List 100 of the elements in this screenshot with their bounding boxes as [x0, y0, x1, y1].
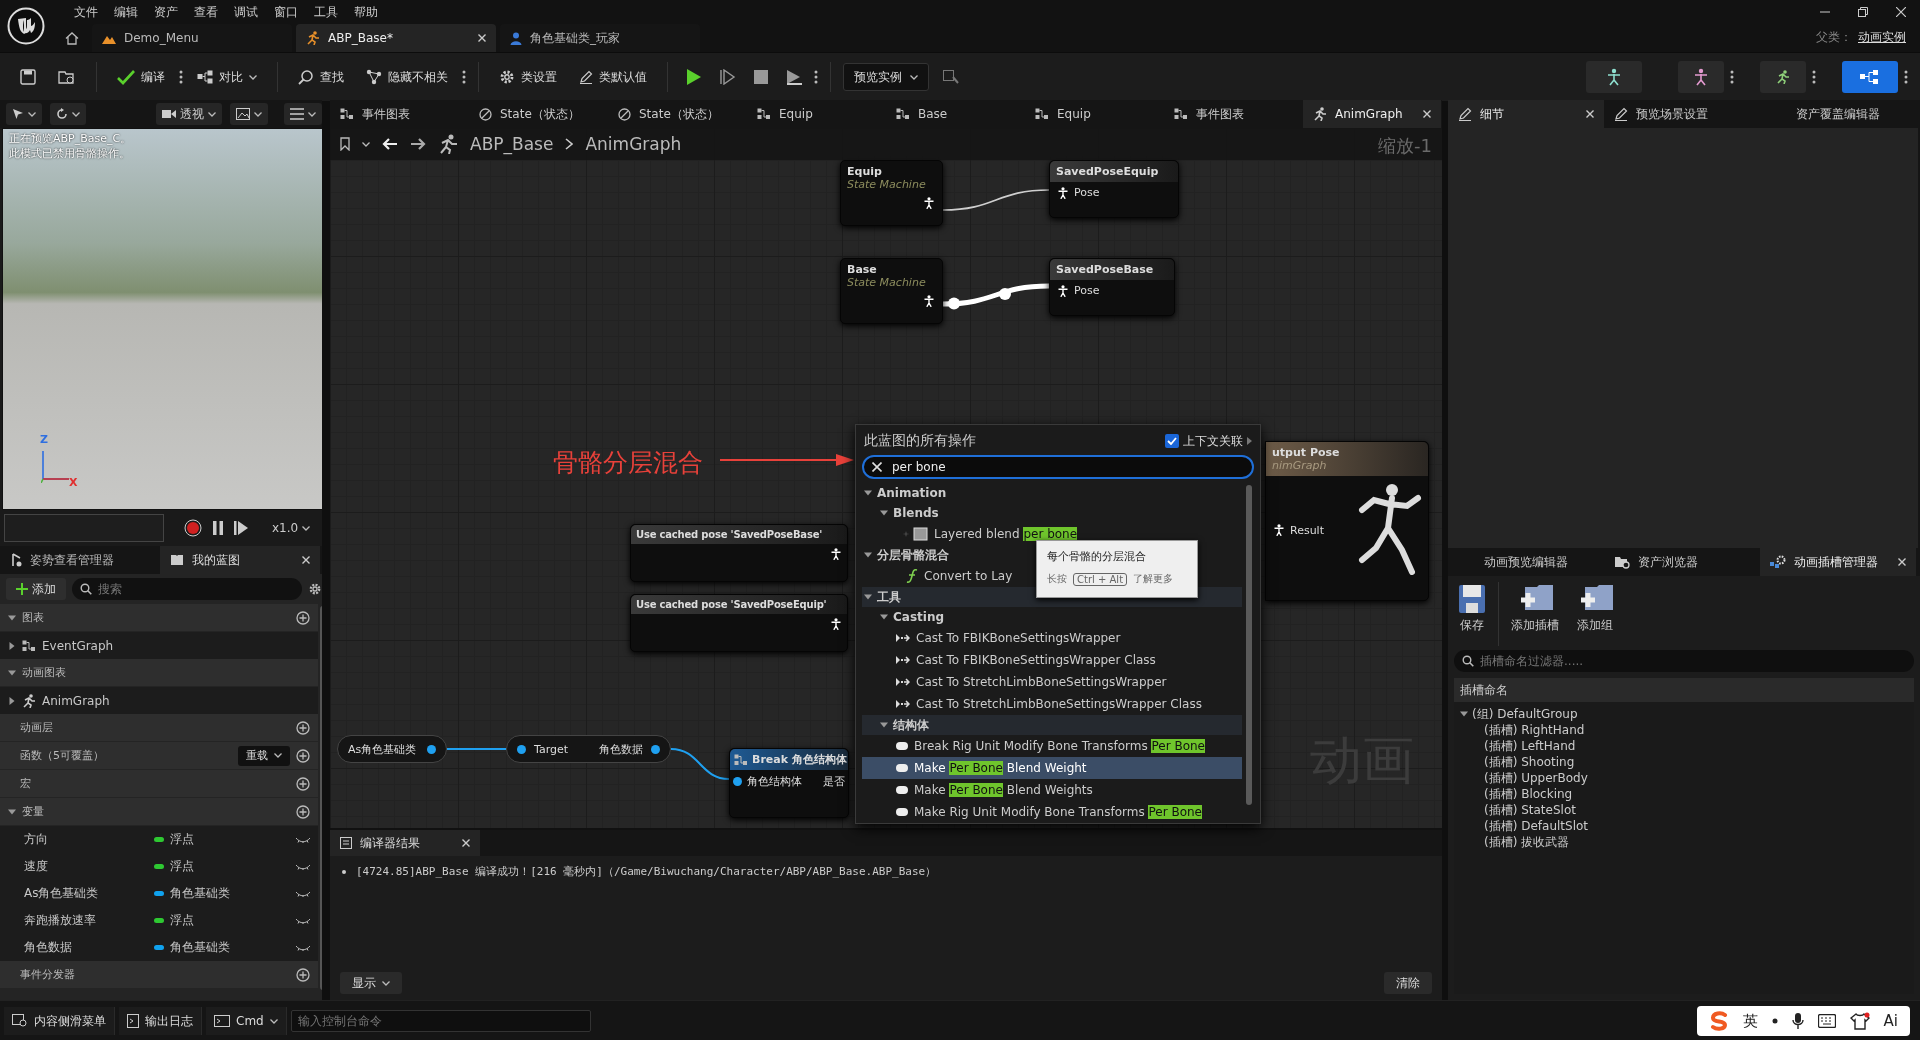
eject-icon[interactable] [786, 69, 802, 85]
collapse-arrow-icon[interactable] [8, 807, 16, 816]
shirt-icon[interactable] [1849, 1012, 1870, 1030]
action-item[interactable]: Make Per Bone Blend Weights [862, 779, 1099, 801]
category-row[interactable]: 结构体 [862, 715, 929, 735]
collapse-arrow-icon[interactable] [864, 551, 872, 559]
add-icon[interactable] [296, 967, 311, 982]
breadcrumb-link[interactable]: ABP_Base [470, 134, 554, 154]
tool-button[interactable]: 添加组 [1569, 582, 1621, 646]
category-header[interactable]: 动画图表 [0, 659, 319, 686]
close-icon[interactable] [1898, 558, 1906, 566]
collapse-arrow-icon[interactable] [880, 721, 888, 729]
status-bar-button[interactable]: 内容侧滑菜单 [4, 1007, 115, 1035]
mesh-mode-button[interactable] [1678, 61, 1724, 93]
cmd-dropdown[interactable]: Cmd [206, 1007, 287, 1035]
microphone-icon[interactable] [1791, 1012, 1804, 1030]
expand-arrow-icon[interactable] [8, 696, 16, 705]
ai-assistant-button[interactable]: Ai [1883, 1012, 1898, 1030]
category-header[interactable]: 宏 [0, 770, 319, 797]
slot-item[interactable]: (插槽) DefaultSlot [1460, 818, 1908, 834]
back-arrow-icon[interactable] [382, 138, 398, 150]
more-icon[interactable] [1904, 70, 1908, 84]
document-tab[interactable]: ABP_Base* [296, 24, 496, 52]
toolbar-button[interactable]: 隐藏不相关 [358, 62, 456, 92]
more-icon[interactable] [1812, 70, 1816, 84]
getter-node[interactable]: Target 角色数据 [506, 735, 671, 763]
clear-button[interactable]: 清除 [1384, 972, 1432, 994]
graph-tab[interactable]: Equip [747, 100, 885, 128]
slot-item[interactable]: (插槽) StateSlot [1460, 802, 1908, 818]
search-field[interactable]: 搜索 [72, 578, 303, 600]
collapse-arrow-icon[interactable] [880, 613, 888, 621]
menu-item[interactable]: 文件 [66, 3, 106, 21]
graph-tab[interactable]: Equip [1025, 100, 1163, 128]
close-icon[interactable] [1896, 7, 1906, 17]
action-item[interactable]: Make Rig Unit Modify Bone Transforms Per Bone [862, 801, 1208, 819]
close-icon[interactable] [462, 839, 470, 847]
tool-button[interactable]: 保存 [1452, 582, 1492, 646]
step-icon[interactable] [720, 69, 736, 85]
menu-item[interactable]: 资产 [146, 3, 186, 21]
unreal-logo-icon[interactable] [7, 7, 45, 45]
collapse-arrow-icon[interactable] [880, 509, 888, 517]
menu-item[interactable]: 窗口 [266, 3, 306, 21]
tool-button[interactable]: 添加插槽 [1505, 582, 1565, 646]
category-header[interactable]: 函数（5可覆盖） 重载 [0, 742, 319, 769]
category-row[interactable]: 工具 [862, 587, 901, 607]
add-icon[interactable] [296, 610, 311, 625]
play-rate-dropdown[interactable]: x1.0 [266, 517, 317, 539]
filter-field[interactable]: 插槽命名过滤器..... [1454, 650, 1914, 672]
timeline-field[interactable] [4, 514, 164, 542]
variable-item[interactable]: 奔跑播放速率 浮点 [0, 907, 319, 934]
category-header[interactable]: 图表 [0, 604, 319, 631]
action-item[interactable]: Cast To StretchLimbBoneSettingsWrapper [862, 671, 1173, 693]
forward-arrow-icon[interactable] [410, 138, 426, 150]
panel-tab[interactable]: 预览场景设置 [1604, 100, 1760, 128]
menu-item[interactable]: 工具 [306, 3, 346, 21]
add-icon[interactable] [296, 720, 311, 735]
add-icon[interactable] [296, 776, 311, 791]
parent-class-link[interactable]: 动画实例 [1858, 29, 1906, 46]
pause-icon[interactable] [212, 521, 224, 535]
break-struct-node[interactable]: Break 角色结构体 角色结构体 是否 [729, 748, 849, 818]
perspective-dropdown[interactable]: 透视 [156, 103, 223, 125]
toolbar-button[interactable]: 对比 [189, 62, 265, 92]
close-icon[interactable] [1423, 110, 1431, 118]
save-icon[interactable] [20, 69, 36, 85]
close-icon[interactable] [1586, 110, 1594, 118]
debug-filter-icon[interactable] [943, 70, 959, 84]
visibility-icon[interactable] [296, 917, 311, 924]
animation-mode-button[interactable] [1760, 61, 1806, 93]
find-button[interactable]: 查找 [290, 62, 352, 92]
add-icon[interactable] [296, 804, 311, 819]
slot-item[interactable]: (插槽) 拔收武器 [1460, 834, 1908, 850]
view-mode-button[interactable] [230, 103, 269, 125]
record-icon[interactable] [184, 519, 202, 537]
expand-arrow-icon[interactable] [8, 641, 16, 650]
pin-icon[interactable] [427, 744, 436, 754]
graph-tab[interactable]: Base [886, 100, 1024, 128]
visibility-icon[interactable] [296, 863, 311, 870]
visibility-icon[interactable] [296, 944, 311, 951]
settings-icon[interactable] [308, 582, 322, 596]
category-row[interactable]: Blends [862, 503, 939, 523]
output-pose-node[interactable]: utput Pose nimGraph Result [1265, 441, 1429, 601]
graph-tab[interactable]: 事件图表 [1164, 100, 1302, 128]
variable-item[interactable]: 方向 浮点 [0, 826, 319, 853]
skeleton-mode-button[interactable] [1586, 61, 1642, 93]
category-row[interactable]: Casting [862, 607, 945, 627]
home-icon[interactable] [65, 31, 79, 45]
console-input[interactable]: 输入控制台命令 [290, 1010, 591, 1032]
slot-item[interactable]: (插槽) Blocking [1460, 786, 1908, 802]
menu-item[interactable]: 查看 [186, 3, 226, 21]
add-button[interactable]: 添加 [6, 578, 66, 600]
override-dropdown[interactable]: 重载 [238, 745, 291, 766]
toolbar-button[interactable]: 类默认值 [571, 62, 655, 92]
browse-icon[interactable] [58, 69, 76, 85]
bookmark-icon[interactable] [340, 137, 350, 151]
state-machine-node[interactable]: Base State Machine [840, 258, 943, 324]
category-row[interactable]: Animation [862, 483, 947, 503]
ime-logo-icon[interactable] [1708, 1011, 1729, 1031]
action-item[interactable]: Convert to Lay [862, 565, 1019, 587]
select-mode-button[interactable] [6, 103, 42, 125]
action-item[interactable]: Cast To StretchLimbBoneSettingsWrapper Class [862, 693, 1208, 715]
